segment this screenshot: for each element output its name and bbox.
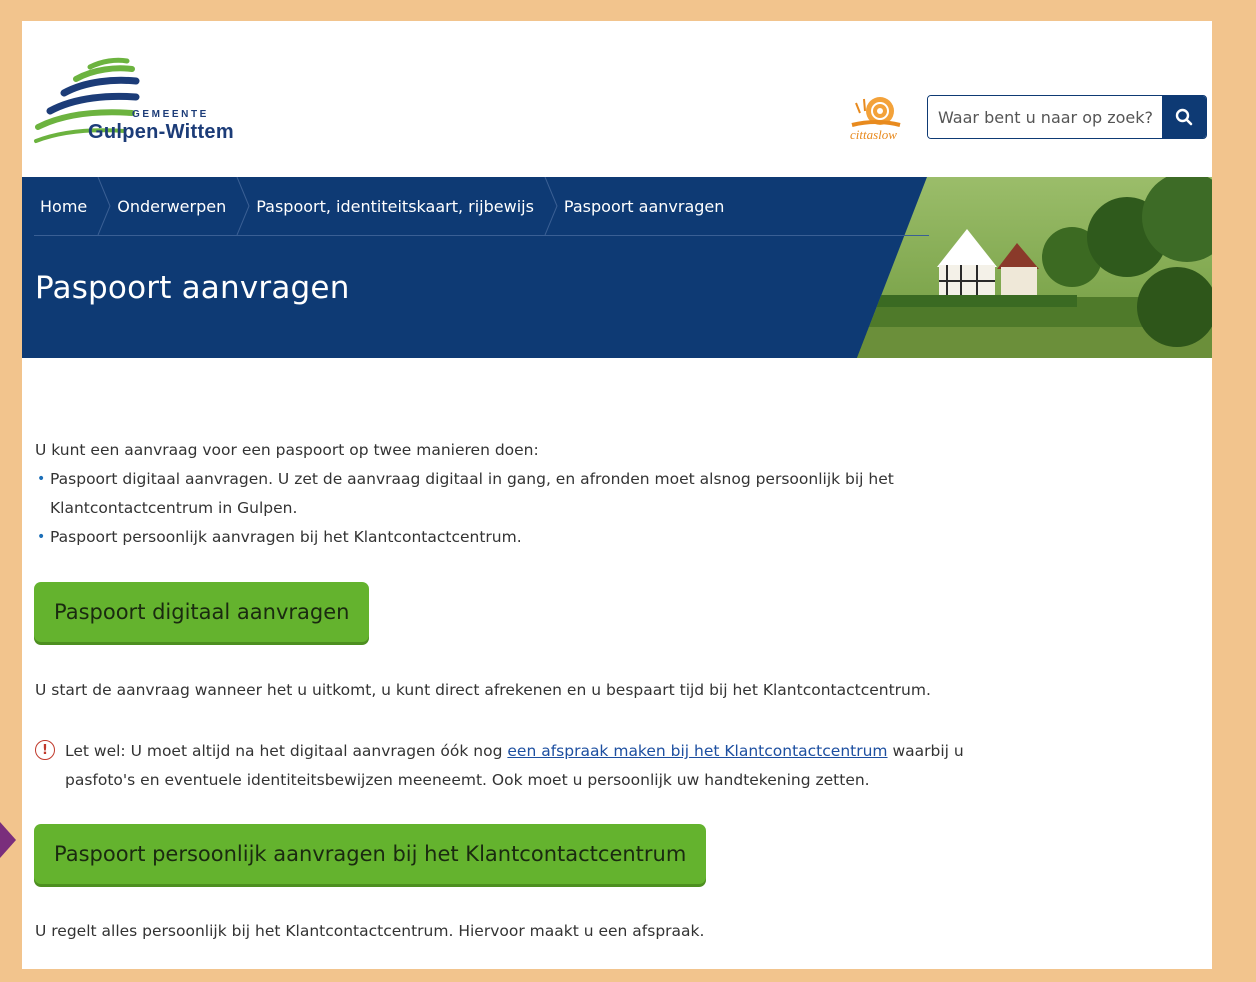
breadcrumb: Home Onderwerpen Paspoort, identiteitska… <box>34 177 929 236</box>
button-label: Paspoort digitaal aanvragen <box>54 600 350 624</box>
cittaslow-label: cittaslow <box>850 127 897 142</box>
appointment-link[interactable]: een afspraak maken bij het Klantcontactc… <box>507 742 887 760</box>
search-button[interactable] <box>1162 96 1206 138</box>
intro-text: U kunt een aanvraag voor een paspoort op… <box>35 441 539 459</box>
button-label: Paspoort persoonlijk aanvragen bij het K… <box>54 842 687 866</box>
breadcrumb-label: Paspoort, identiteitskaart, rijbewijs <box>256 196 534 216</box>
option-text: Paspoort persoonlijk aanvragen bij het K… <box>50 528 522 546</box>
logo-gemeente-text: GEMEENTE <box>132 109 209 120</box>
chevron-right-icon <box>544 177 558 235</box>
breadcrumb-home[interactable]: Home <box>34 177 111 235</box>
alert-icon: ! <box>35 740 55 760</box>
option-text: Paspoort digitaal aanvragen. U zet de aa… <box>50 470 894 517</box>
notice: ! Let wel: U moet altijd na het digitaal… <box>35 737 1035 795</box>
pointer-marker <box>0 822 16 858</box>
apply-digital-button[interactable]: Paspoort digitaal aanvragen <box>34 582 370 642</box>
options-list: • Paspoort digitaal aanvragen. U zet de … <box>35 465 915 552</box>
list-item: • Paspoort digitaal aanvragen. U zet de … <box>35 465 915 523</box>
breadcrumb-paspoort-id-rijbewijs[interactable]: Paspoort, identiteitskaart, rijbewijs <box>250 177 558 235</box>
notice-text: Let wel: U moet altijd na het digitaal a… <box>65 737 1035 795</box>
bullet-icon: • <box>37 529 46 545</box>
list-item: • Paspoort persoonlijk aanvragen bij het… <box>35 523 915 552</box>
search-icon <box>1175 108 1193 126</box>
breadcrumb-label: Paspoort aanvragen <box>563 196 725 216</box>
page-frame: GEMEENTE Gulpen-Wittem cittaslow Waar be… <box>22 21 1212 969</box>
chevron-right-icon <box>236 177 250 235</box>
chevron-right-icon <box>97 177 111 235</box>
breadcrumb-current[interactable]: Paspoort aanvragen <box>558 177 748 235</box>
apply-personal-button[interactable]: Paspoort persoonlijk aanvragen bij het K… <box>34 824 707 884</box>
site-header: GEMEENTE Gulpen-Wittem cittaslow <box>22 21 1212 177</box>
search-bar <box>927 95 1207 139</box>
logo-name-text: Gulpen-Wittem <box>88 121 234 143</box>
page-title: Paspoort aanvragen <box>35 270 350 306</box>
search-input[interactable] <box>928 96 1162 138</box>
breadcrumb-label: Home <box>40 196 88 216</box>
digital-description: U start de aanvraag wanneer het u uitkom… <box>35 681 931 699</box>
personal-description: U regelt alles persoonlijk bij het Klant… <box>35 922 705 940</box>
breadcrumb-label: Onderwerpen <box>117 196 227 216</box>
bullet-icon: • <box>37 471 46 487</box>
page-banner: Home Onderwerpen Paspoort, identiteitska… <box>22 177 1212 358</box>
notice-before: Let wel: U moet altijd na het digitaal a… <box>65 742 508 760</box>
breadcrumb-onderwerpen[interactable]: Onderwerpen <box>111 177 250 235</box>
